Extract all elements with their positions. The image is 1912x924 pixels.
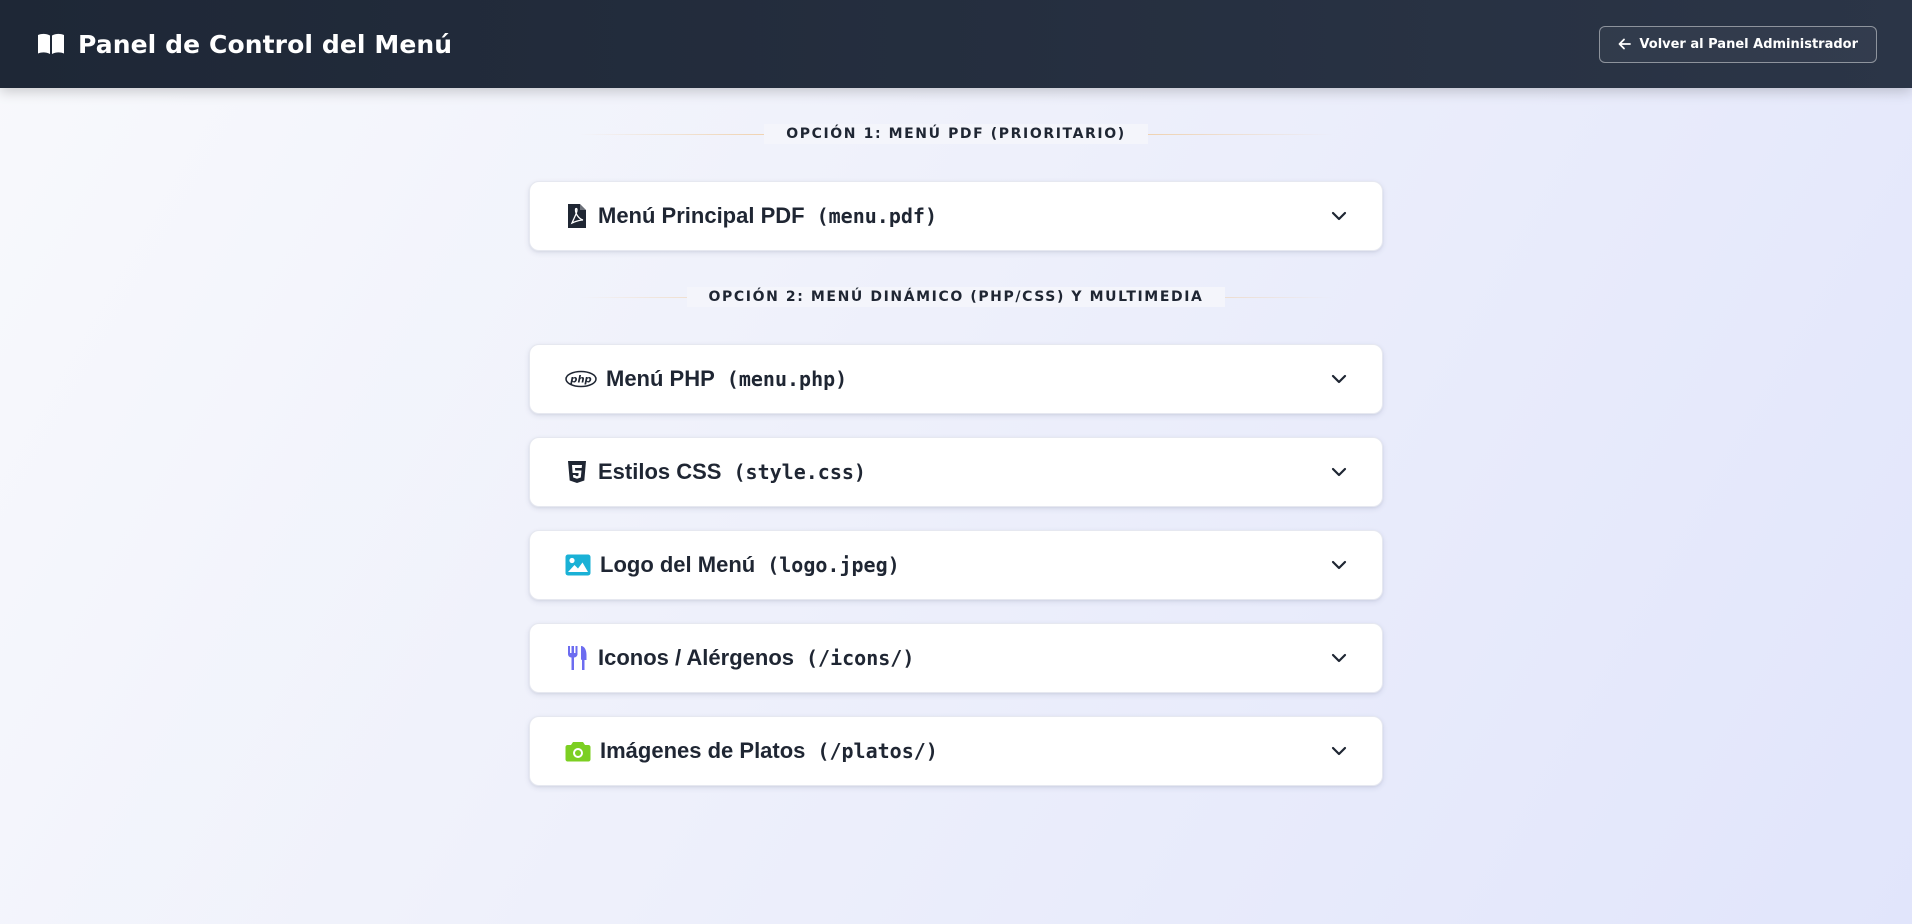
section-label: OPCIÓN 1: MENÚ PDF (PRIORITARIO) bbox=[764, 124, 1148, 144]
top-header-bar: Panel de Control del Menú Volver al Pane… bbox=[0, 0, 1912, 88]
section-label: OPCIÓN 2: MENÚ DINÁMICO (PHP/CSS) Y MULT… bbox=[686, 287, 1226, 307]
card-title: Menú Principal PDF bbox=[598, 203, 805, 228]
back-to-admin-button[interactable]: Volver al Panel Administrador bbox=[1599, 25, 1877, 63]
accordion-card-icons[interactable]: Iconos / Alérgenos (/icons/) bbox=[529, 623, 1383, 693]
accordion-card-logo[interactable]: Logo del Menú (logo.jpeg) bbox=[529, 530, 1383, 600]
svg-text:php: php bbox=[569, 375, 591, 386]
chevron-down-icon[interactable] bbox=[1330, 556, 1348, 574]
back-button-label: Volver al Panel Administrador bbox=[1639, 36, 1858, 52]
card-title: Iconos / Alérgenos bbox=[598, 645, 795, 670]
accordion-card-style-css[interactable]: Estilos CSS (style.css) bbox=[529, 437, 1383, 507]
card-filename: (menu.php) bbox=[726, 367, 848, 391]
section-divider-dynamic: OPCIÓN 2: MENÚ DINÁMICO (PHP/CSS) Y MULT… bbox=[580, 287, 1332, 307]
card-title: Menú PHP bbox=[606, 366, 715, 391]
accordion-card-menu-php[interactable]: php Menú PHP (menu.php) bbox=[529, 344, 1383, 414]
image-icon bbox=[564, 552, 592, 578]
chevron-down-icon[interactable] bbox=[1330, 207, 1348, 225]
chevron-down-icon[interactable] bbox=[1330, 742, 1348, 760]
card-title: Estilos CSS bbox=[598, 459, 722, 484]
accordion-card-menu-pdf[interactable]: Menú Principal PDF (menu.pdf) bbox=[529, 181, 1383, 251]
file-pdf-icon bbox=[564, 203, 590, 229]
card-filename: (logo.jpeg) bbox=[767, 553, 900, 577]
css3-icon bbox=[564, 459, 590, 485]
camera-icon bbox=[564, 738, 592, 764]
chevron-down-icon[interactable] bbox=[1330, 649, 1348, 667]
chevron-down-icon[interactable] bbox=[1330, 463, 1348, 481]
section-divider-pdf: OPCIÓN 1: MENÚ PDF (PRIORITARIO) bbox=[580, 124, 1332, 144]
page-title: Panel de Control del Menú bbox=[78, 29, 453, 59]
chevron-down-icon[interactable] bbox=[1330, 370, 1348, 388]
card-filename: (/platos/) bbox=[817, 739, 938, 763]
card-title: Logo del Menú bbox=[600, 552, 756, 577]
brand: Panel de Control del Menú bbox=[36, 30, 452, 59]
card-filename: (/icons/) bbox=[806, 646, 915, 670]
open-book-icon bbox=[36, 32, 66, 56]
arrow-left-icon bbox=[1618, 38, 1632, 50]
accordion-card-platos[interactable]: Imágenes de Platos (/platos/) bbox=[529, 716, 1383, 786]
utensils-icon bbox=[564, 645, 590, 671]
card-filename: (style.css) bbox=[733, 460, 866, 484]
card-title: Imágenes de Platos bbox=[600, 738, 806, 763]
php-icon: php bbox=[564, 366, 598, 392]
card-filename: (menu.pdf) bbox=[816, 204, 938, 228]
